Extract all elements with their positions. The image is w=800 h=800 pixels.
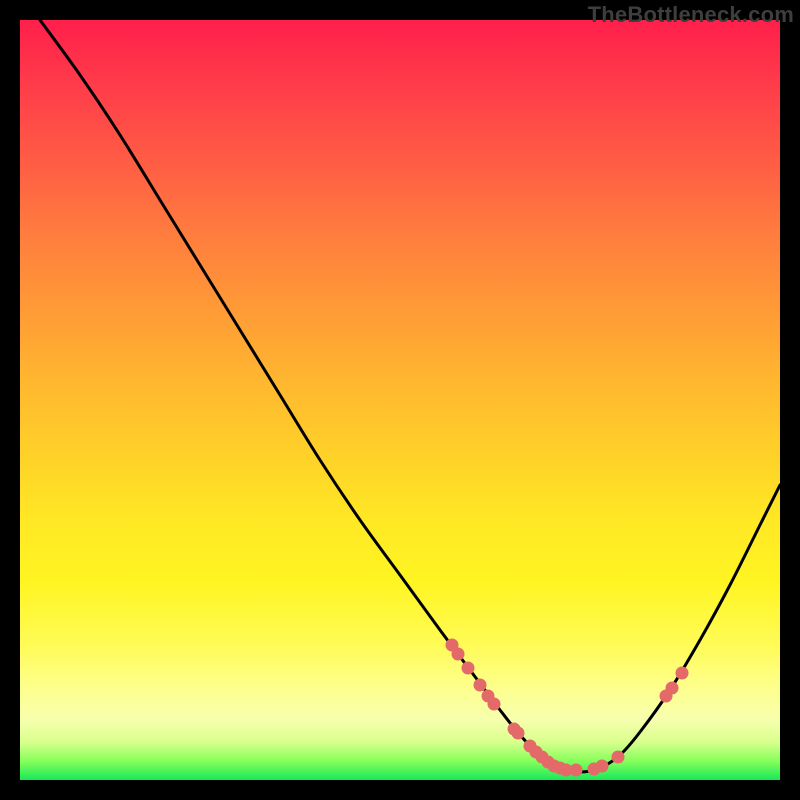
chart-gradient-background (20, 20, 780, 780)
chart-frame (20, 20, 780, 780)
watermark-text: TheBottleneck.com (588, 2, 794, 28)
